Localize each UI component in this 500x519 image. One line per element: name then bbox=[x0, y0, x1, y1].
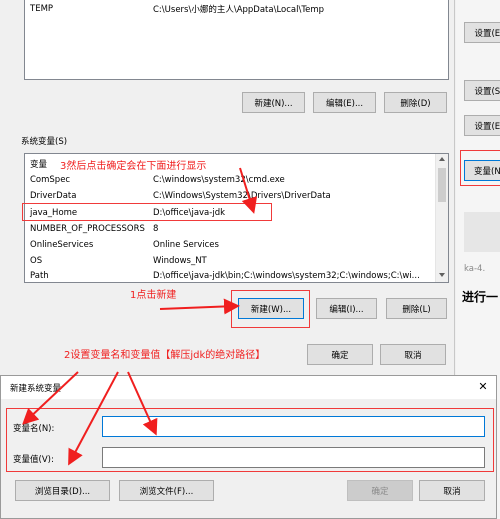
arrow-to-value-label bbox=[68, 371, 119, 466]
arrow-to-name-input bbox=[127, 371, 158, 436]
arrow-to-name-label bbox=[22, 371, 79, 425]
arrow-to-new-button bbox=[159, 298, 240, 315]
annotation-arrows bbox=[22, 167, 258, 466]
arrow-to-java-home bbox=[239, 167, 258, 214]
